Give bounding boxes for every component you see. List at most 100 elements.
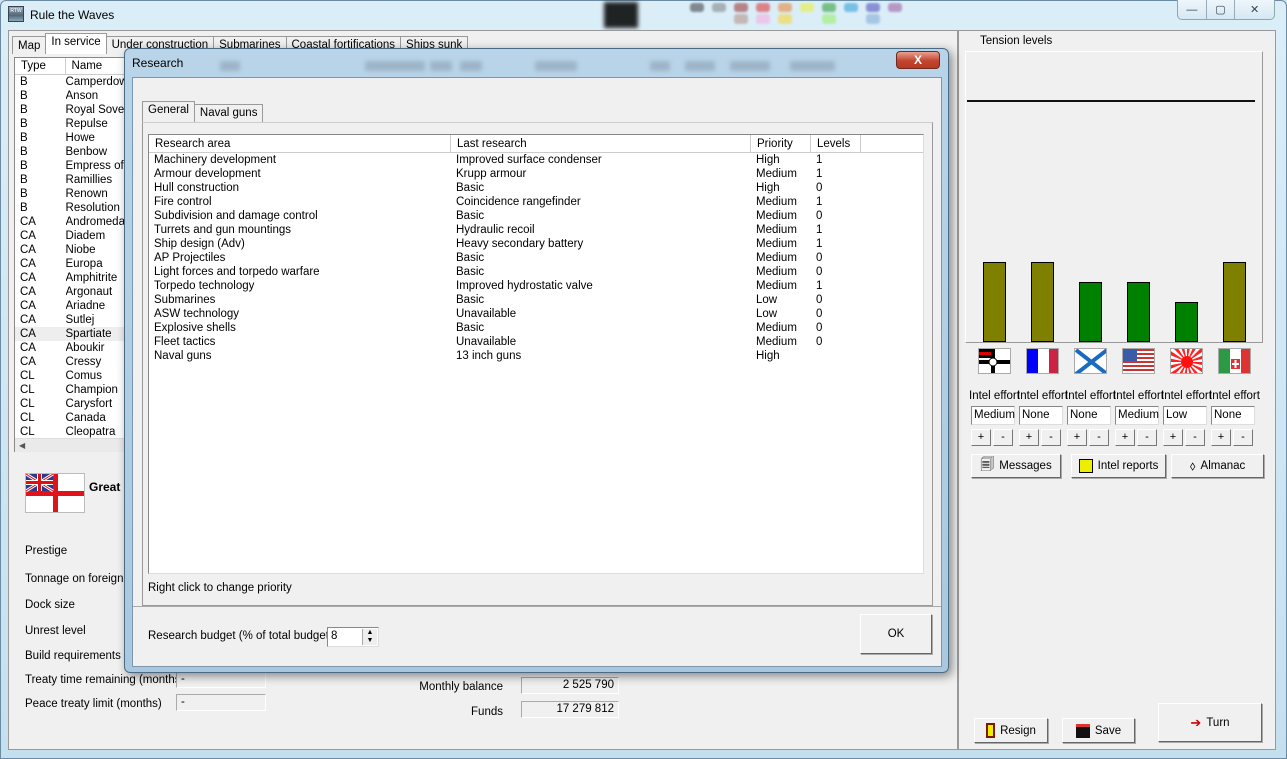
research-row[interactable]: Subdivision and damage control Basic Mediu… xyxy=(149,209,923,223)
white-ensign-flag xyxy=(25,473,85,513)
messages-icon: 🗐 xyxy=(980,456,995,472)
research-row[interactable]: Torpedo technology Improved hydrostatic v… xyxy=(149,279,923,293)
germany-flag xyxy=(978,348,1011,374)
tab-map[interactable]: Map xyxy=(12,36,47,54)
dialog-close-button[interactable]: X xyxy=(896,51,940,69)
research-row[interactable]: Fleet tactics Unavailable Medium 0 xyxy=(149,335,923,349)
maximize-button[interactable]: ▢ xyxy=(1207,0,1236,19)
research-budget-spinner[interactable]: ▲ ▼ xyxy=(362,629,377,645)
research-row[interactable]: Turrets and gun mountings Hydraulic recoi… xyxy=(149,223,923,237)
priority: Low xyxy=(756,294,778,306)
japan-flag xyxy=(1170,348,1203,374)
levels: 0 xyxy=(816,252,823,264)
prestige-label: Prestige xyxy=(25,545,68,557)
divider xyxy=(133,606,941,607)
ship-type: CA xyxy=(20,230,36,242)
research-area: Machinery development xyxy=(154,154,277,166)
research-row[interactable]: Submarines Basic Low 0 xyxy=(149,293,923,307)
column-header-last-research[interactable]: Last research xyxy=(451,135,751,152)
intel-decrease-button[interactable]: - xyxy=(993,429,1013,446)
messages-button[interactable]: 🗐 Messages xyxy=(971,454,1061,478)
nation-name: Great xyxy=(89,480,121,494)
intel-decrease-button[interactable]: - xyxy=(1041,429,1061,446)
ship-type: B xyxy=(20,160,28,172)
minimize-button[interactable]: — xyxy=(1178,0,1207,19)
last-research: Basic xyxy=(456,266,485,278)
unrest-level-label: Unrest level xyxy=(25,625,86,637)
intel-reports-icon xyxy=(1078,459,1093,473)
tension-levels-title: Tension levels xyxy=(980,35,1053,47)
research-table[interactable]: Research area Last research Priority Lev… xyxy=(148,134,924,574)
intel-increase-button[interactable]: + xyxy=(1019,429,1039,446)
dialog-tabs: General Naval guns xyxy=(142,101,264,122)
treaty-time-field: - xyxy=(176,671,266,688)
research-row[interactable]: Machinery development Improved surface co… xyxy=(149,153,923,167)
ship-type: CA xyxy=(20,356,36,368)
research-row[interactable]: Hull construction Basic High 0 xyxy=(149,181,923,195)
tab-naval-guns[interactable]: Naval guns xyxy=(193,104,264,122)
ok-button[interactable]: OK xyxy=(860,614,932,654)
intel-decrease-button[interactable]: - xyxy=(1233,429,1253,446)
tension-chart xyxy=(965,51,1263,343)
research-area: Fleet tactics xyxy=(154,336,216,348)
france-flag xyxy=(1026,348,1059,374)
column-header-priority[interactable]: Priority xyxy=(751,135,811,152)
dock-size-label: Dock size xyxy=(25,599,75,611)
column-header-research-area[interactable]: Research area xyxy=(149,135,451,152)
intel-increase-button[interactable]: + xyxy=(1211,429,1231,446)
intel-increase-button[interactable]: + xyxy=(1115,429,1135,446)
ship-type: B xyxy=(20,90,28,102)
intel-decrease-button[interactable]: - xyxy=(1089,429,1109,446)
research-area: Torpedo technology xyxy=(154,280,255,292)
intel-decrease-button[interactable]: - xyxy=(1137,429,1157,446)
intel-increase-button[interactable]: + xyxy=(1163,429,1183,446)
intel-effort-label: Intel effort xyxy=(1065,390,1116,402)
scroll-left-icon[interactable]: ◀ xyxy=(15,441,25,450)
research-area: Ship design (Adv) xyxy=(154,238,245,250)
research-row[interactable]: Explosive shells Basic Medium 0 xyxy=(149,321,923,335)
column-header-type[interactable]: Type xyxy=(15,58,66,74)
ship-type: CA xyxy=(20,328,36,340)
research-row[interactable]: Ship design (Adv) Heavy secondary battery… xyxy=(149,237,923,251)
last-research: Coincidence rangefinder xyxy=(456,196,581,208)
levels: 0 xyxy=(816,308,823,320)
intel-increase-button[interactable]: + xyxy=(1067,429,1087,446)
levels: 0 xyxy=(816,266,823,278)
research-row[interactable]: AP Projectiles Basic Medium 0 xyxy=(149,251,923,265)
close-button[interactable]: ✕ xyxy=(1235,0,1274,19)
treaty-time-label: Treaty time remaining (months) xyxy=(25,674,185,686)
research-row[interactable]: Armour development Krupp armour Medium 1 xyxy=(149,167,923,181)
research-row[interactable]: Fire control Coincidence rangefinder Mediu… xyxy=(149,195,923,209)
last-research: Heavy secondary battery xyxy=(456,238,584,250)
spin-down-icon[interactable]: ▼ xyxy=(363,637,377,645)
spin-up-icon[interactable]: ▲ xyxy=(363,629,377,637)
levels: 1 xyxy=(816,280,823,292)
priority: Medium xyxy=(756,196,797,208)
ship-type: CL xyxy=(20,370,35,382)
funds-label: Funds xyxy=(471,706,503,718)
app-icon: RTW xyxy=(8,6,24,22)
priority: Medium xyxy=(756,266,797,278)
levels: 1 xyxy=(816,168,823,180)
tab-general[interactable]: General xyxy=(142,101,195,122)
funds-field: 17 279 812 xyxy=(521,701,619,718)
intel-decrease-button[interactable]: - xyxy=(1185,429,1205,446)
last-research: Improved hydrostatic valve xyxy=(456,280,593,292)
ship-type: B xyxy=(20,76,28,88)
resign-button[interactable]: Resign xyxy=(974,718,1048,743)
research-row[interactable]: Light forces and torpedo warfare Basic Med… xyxy=(149,265,923,279)
research-row[interactable]: ASW technology Unavailable Low 0 xyxy=(149,307,923,321)
column-header-levels[interactable]: Levels xyxy=(811,135,861,152)
levels: 0 xyxy=(816,336,823,348)
research-area: Light forces and torpedo warfare xyxy=(154,266,320,278)
research-area: AP Projectiles xyxy=(154,252,226,264)
build-requirements-label: Build requirements xyxy=(25,650,121,662)
intel-reports-button[interactable]: Intel reports xyxy=(1071,454,1166,478)
save-button[interactable]: Save xyxy=(1062,718,1135,743)
intel-increase-button[interactable]: + xyxy=(971,429,991,446)
almanac-button[interactable]: ⬨ Almanac xyxy=(1171,454,1264,478)
research-row[interactable]: Naval guns 13 inch guns High xyxy=(149,349,923,363)
ship-type: B xyxy=(20,202,28,214)
tab-in-service[interactable]: In service xyxy=(45,33,107,54)
turn-button[interactable]: ➔ Turn xyxy=(1158,703,1262,742)
